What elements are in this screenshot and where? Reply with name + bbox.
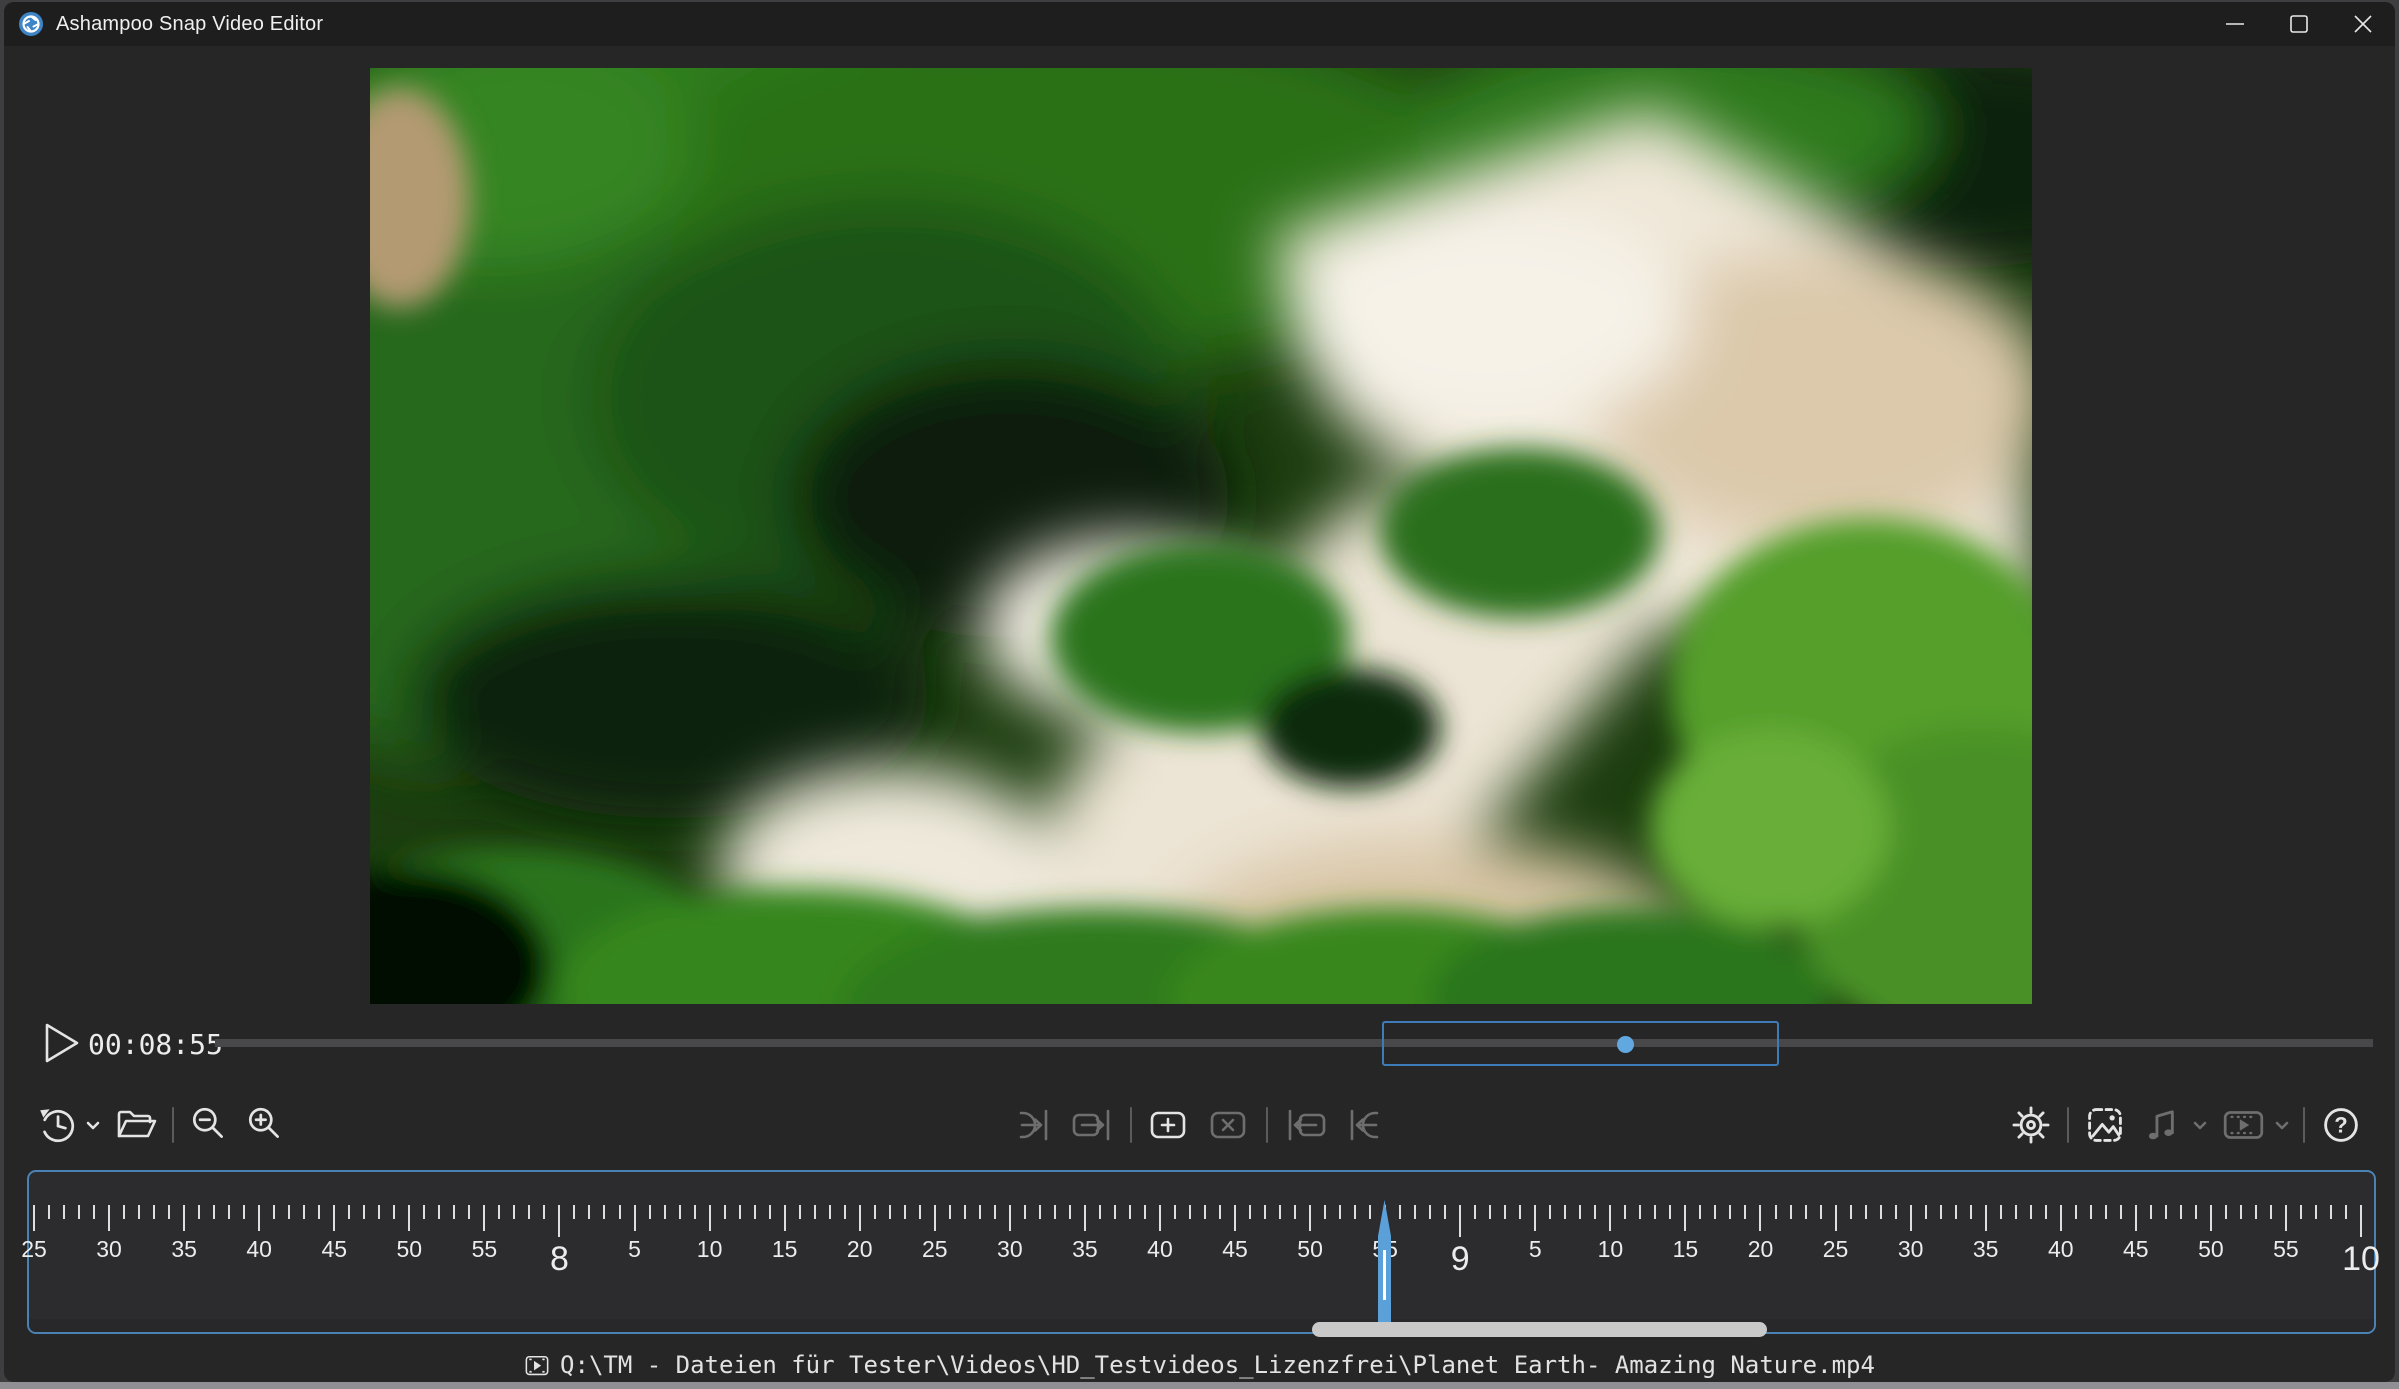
zoom-out-button[interactable] (188, 1104, 230, 1146)
chevron-down-icon[interactable] (2193, 1118, 2207, 1132)
add-segment-button[interactable] (1146, 1104, 1192, 1146)
toolbar-separator (2303, 1107, 2305, 1143)
chevron-down-icon[interactable] (2275, 1118, 2289, 1132)
settings-gear-icon[interactable] (2009, 1103, 2053, 1147)
seek-zoom-window[interactable] (1382, 1021, 1779, 1066)
music-button[interactable] (2141, 1103, 2185, 1147)
status-bar: Q:\TM - Dateien für Tester\Videos\HD_Tes… (4, 1348, 2395, 1382)
video-preview (370, 68, 2032, 1004)
window-title: Ashampoo Snap Video Editor (56, 13, 323, 36)
current-time: 00:08:55 (88, 1028, 223, 1061)
seek-bar[interactable] (215, 1039, 2373, 1047)
play-button[interactable] (40, 1020, 84, 1066)
history-button[interactable] (36, 1104, 78, 1146)
cut-right-button[interactable] (1070, 1104, 1116, 1146)
video-file-icon (524, 1353, 550, 1377)
toolbar-separator (2067, 1107, 2069, 1143)
toolbar-separator (172, 1107, 174, 1143)
scrollbar-track[interactable] (29, 1319, 2374, 1332)
zoom-in-button[interactable] (244, 1104, 286, 1146)
timeline-ruler[interactable]: 2530354045505585101520253035404550559510… (27, 1170, 2376, 1334)
delete-segment-button[interactable] (1206, 1104, 1252, 1146)
video-clip-button[interactable] (2221, 1103, 2267, 1147)
cut-left-button[interactable] (1282, 1104, 1328, 1146)
scrollbar-thumb[interactable] (1312, 1322, 1767, 1337)
seek-position-dot[interactable] (1617, 1036, 1634, 1053)
trim-start-to-playhead-button[interactable] (1342, 1104, 1386, 1146)
minimize-button[interactable] (2203, 2, 2267, 46)
svg-text:?: ? (2334, 1113, 2347, 1138)
snapshot-image-button[interactable] (2083, 1103, 2127, 1147)
close-button[interactable] (2331, 2, 2395, 46)
app-logo-icon (18, 11, 44, 37)
toolbar-separator (1266, 1107, 1268, 1143)
help-button[interactable]: ? (2319, 1103, 2363, 1147)
maximize-button[interactable] (2267, 2, 2331, 46)
app-window: Ashampoo Snap Video Editor (4, 2, 2395, 1382)
toolbar-separator (1130, 1107, 1132, 1143)
chevron-down-icon[interactable] (86, 1118, 100, 1132)
desktop-edge (0, 1382, 2399, 1389)
file-path: Q:\TM - Dateien für Tester\Videos\HD_Tes… (560, 1351, 1875, 1379)
trim-end-to-playhead-button[interactable] (1012, 1104, 1056, 1146)
playhead-center-line (1383, 1250, 1386, 1300)
title-bar: Ashampoo Snap Video Editor (4, 2, 2395, 46)
open-file-button[interactable] (114, 1104, 158, 1146)
waterfall-scene-image (370, 68, 2032, 1004)
